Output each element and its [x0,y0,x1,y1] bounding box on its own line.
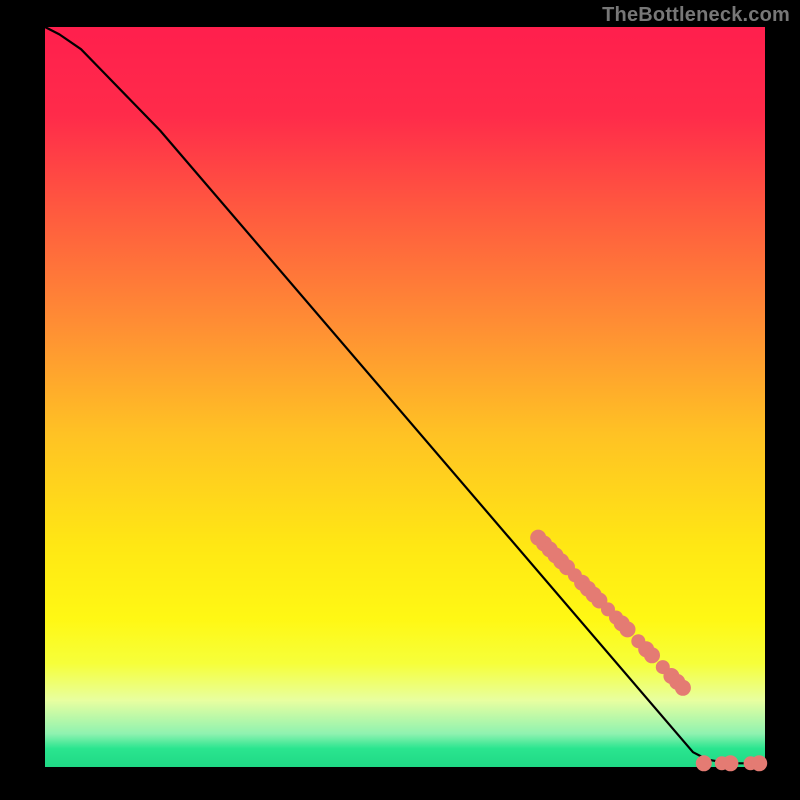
curve-marker [751,755,767,771]
chart-stage: TheBottleneck.com [0,0,800,800]
curve-marker [675,680,691,696]
watermark-label: TheBottleneck.com [602,4,790,27]
curve-marker [722,755,738,771]
curve-marker [620,621,636,637]
curve-marker [696,755,712,771]
curve-marker [644,647,660,663]
chart-canvas [0,0,800,800]
